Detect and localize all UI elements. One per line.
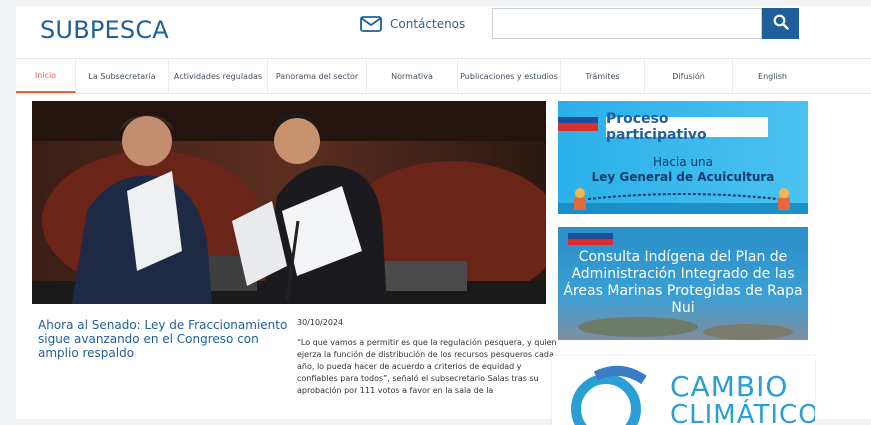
nav-item-panorama[interactable]: Panorama del sector	[268, 59, 367, 93]
nav-item-actividades[interactable]: Actividades reguladas	[169, 59, 268, 93]
envelope-icon	[360, 16, 382, 32]
search-input[interactable]	[492, 8, 762, 39]
news-date: 30/10/2024	[297, 318, 344, 327]
site-logo[interactable]: SUBPESCA	[40, 16, 169, 44]
nav-item-subsecretaria[interactable]: La Subsecretaría	[76, 59, 169, 93]
nav-item-publicaciones[interactable]: Publicaciones y estudios	[458, 59, 561, 93]
nav-item-tramites[interactable]: Trámites	[561, 59, 645, 93]
nav-item-english[interactable]: English	[733, 59, 812, 93]
news-summary: “Lo que vamos a permitir es que la regul…	[297, 338, 557, 395]
nav-item-normativa[interactable]: Normativa	[367, 59, 458, 93]
search-icon	[773, 14, 789, 34]
flag-stripe-red	[558, 123, 598, 131]
aquaculture-illustration	[558, 188, 808, 214]
page-container: SUBPESCA Contáctenos Inicio La Subsecret…	[16, 6, 871, 425]
main-nav: Inicio La Subsecretaría Actividades regu…	[16, 58, 871, 94]
climate-logo-icon	[571, 365, 646, 425]
contact-link[interactable]: Contáctenos	[360, 11, 465, 37]
banner2-text: Consulta Indígena del Plan de Administra…	[563, 249, 803, 316]
banner1-title: Proceso participativo	[606, 111, 768, 143]
search-button[interactable]	[762, 8, 799, 39]
banner-proceso-participativo[interactable]: Proceso participativo Hacia una Ley Gene…	[558, 101, 808, 214]
banner3-line1: CAMBIO	[670, 370, 789, 403]
nav-item-inicio[interactable]: Inicio	[16, 59, 76, 93]
banner3-line2: CLIMÁTICO	[670, 400, 815, 425]
flag-stripe-blue	[558, 117, 598, 123]
contact-label: Contáctenos	[390, 17, 466, 31]
flag-stripe-red-2	[568, 239, 613, 245]
banner-cambio-climatico[interactable]: CAMBIO CLIMÁTICO	[552, 356, 815, 425]
banner1-line1: Hacia una	[652, 155, 714, 169]
nav-item-difusion[interactable]: Difusión	[645, 59, 733, 93]
news-photo[interactable]	[32, 101, 546, 304]
news-headline-link[interactable]: Ahora al Senado: Ley de Fraccionamiento …	[38, 318, 288, 360]
banner-consulta-indigena[interactable]: Consulta Indígena del Plan de Administra…	[558, 227, 808, 340]
